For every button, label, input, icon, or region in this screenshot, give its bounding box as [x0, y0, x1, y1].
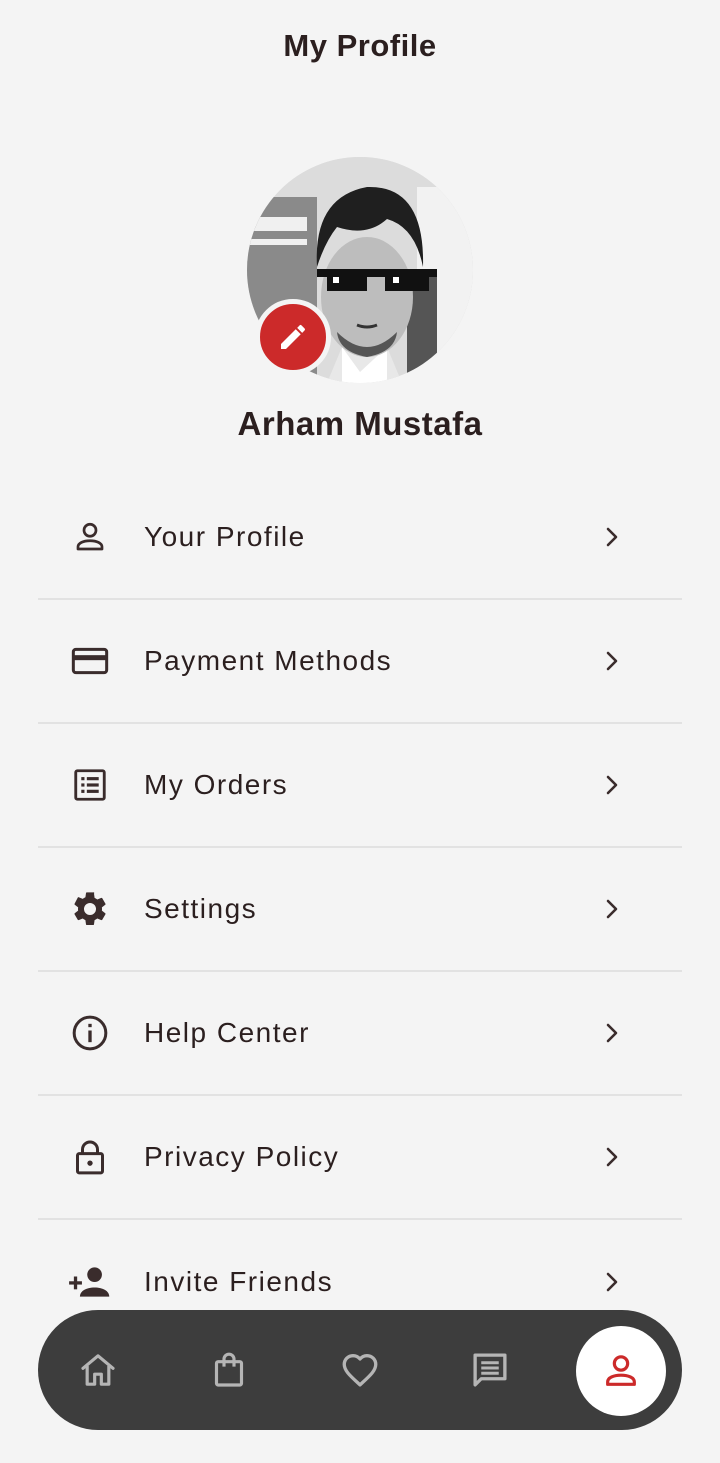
nav-messages-button[interactable]	[460, 1340, 520, 1400]
menu-item-my-orders[interactable]: My Orders	[38, 724, 682, 848]
edit-avatar-button[interactable]	[255, 299, 331, 375]
chevron-right-icon	[606, 775, 618, 795]
menu-item-settings[interactable]: Settings	[38, 848, 682, 972]
add-person-icon	[68, 1260, 112, 1304]
profile-menu: Your Profile Payment Methods My Orders S…	[38, 476, 682, 1344]
bottom-nav-bar	[38, 1310, 682, 1430]
menu-item-your-profile[interactable]: Your Profile	[38, 476, 682, 600]
chevron-right-icon	[606, 527, 618, 547]
menu-item-label: Privacy Policy	[144, 1141, 340, 1172]
home-icon	[81, 1354, 115, 1386]
menu-item-privacy-policy[interactable]: Privacy Policy	[38, 1096, 682, 1220]
nav-wishlist-button[interactable]	[330, 1340, 390, 1400]
chevron-right-icon	[606, 1147, 618, 1167]
orders-list-icon	[68, 763, 112, 807]
person-icon	[68, 515, 112, 559]
credit-card-icon	[68, 639, 112, 683]
menu-item-label: Invite Friends	[144, 1266, 334, 1297]
nav-home-button[interactable]	[68, 1340, 128, 1400]
menu-item-label: Your Profile	[144, 521, 306, 552]
chat-icon	[473, 1353, 507, 1387]
avatar-container	[247, 157, 473, 383]
menu-item-label: Help Center	[144, 1017, 310, 1048]
chevron-right-icon	[606, 1272, 618, 1292]
menu-item-help-center[interactable]: Help Center	[38, 972, 682, 1096]
gear-icon	[68, 887, 112, 931]
chevron-right-icon	[606, 899, 618, 919]
page-title: My Profile	[283, 28, 437, 63]
person-icon	[606, 1355, 636, 1386]
info-icon	[68, 1011, 112, 1055]
heart-icon	[342, 1353, 378, 1387]
profile-screen: My Profile Arham Mustafa Your Profile Pa…	[0, 0, 720, 1463]
user-name: Arham Mustafa	[237, 405, 483, 442]
nav-profile-button[interactable]	[576, 1326, 666, 1416]
chevron-right-icon	[606, 651, 618, 671]
menu-item-payment-methods[interactable]: Payment Methods	[38, 600, 682, 724]
pencil-icon	[281, 324, 306, 349]
menu-item-label: My Orders	[144, 769, 289, 800]
nav-orders-button[interactable]	[199, 1340, 259, 1400]
menu-item-label: Payment Methods	[144, 645, 393, 676]
menu-item-label: Settings	[144, 893, 258, 924]
chevron-right-icon	[606, 1023, 618, 1043]
shopping-bag-icon	[214, 1352, 244, 1387]
lock-icon	[68, 1135, 112, 1179]
